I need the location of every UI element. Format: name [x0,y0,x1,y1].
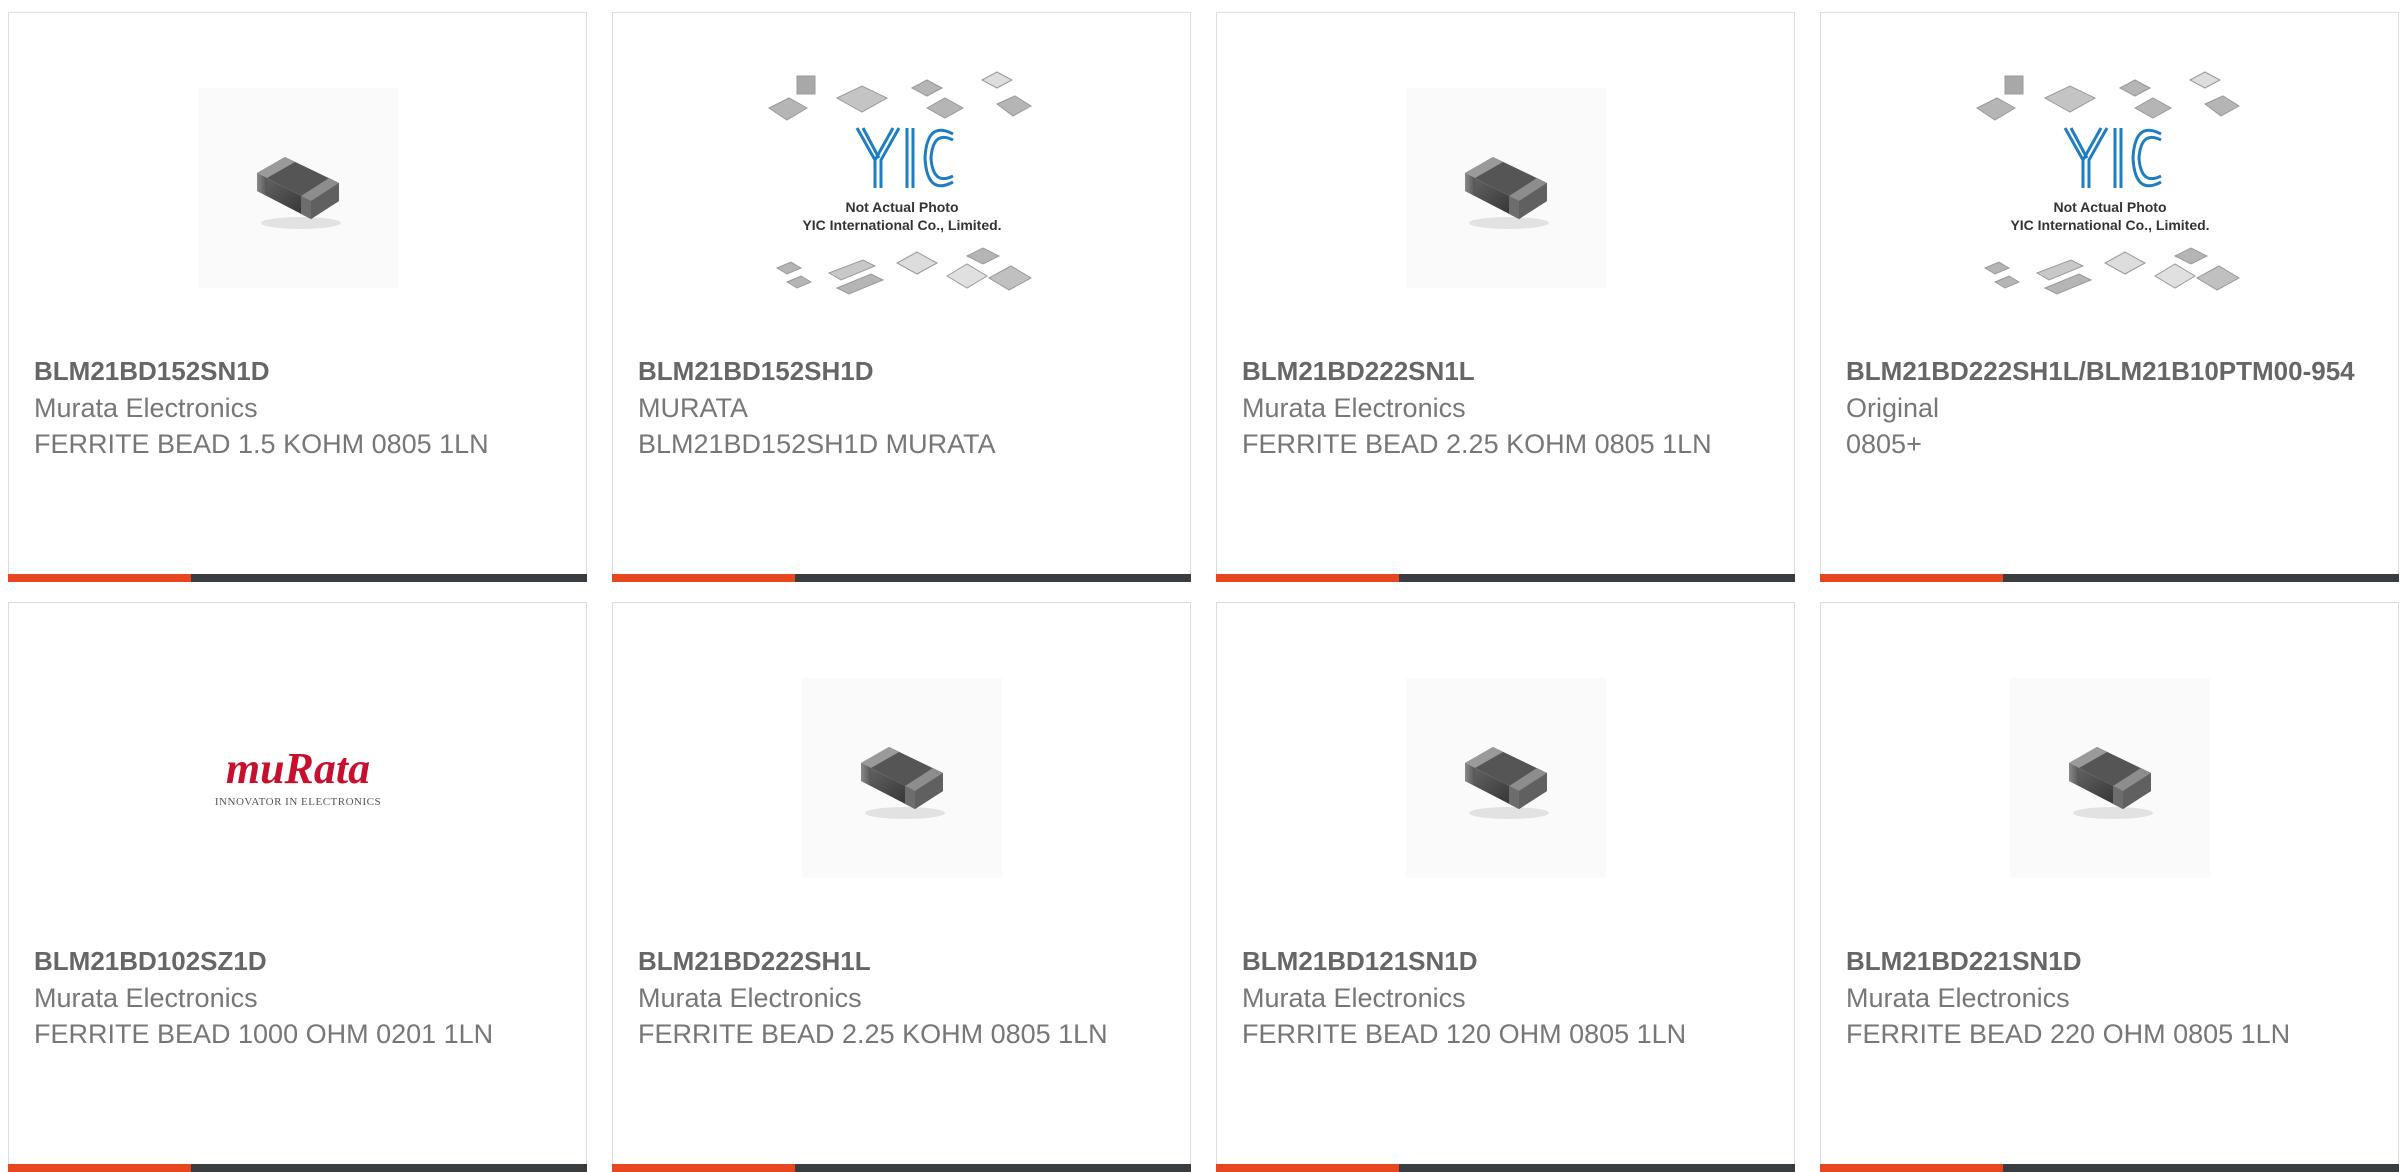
product-image-area[interactable] [613,643,1190,913]
chip-icons-top [1975,71,2240,121]
product-image-area[interactable]: Not Actual Photo YIC International Co., … [1821,53,2398,323]
placeholder-note: Not Actual Photo [845,199,958,215]
product-image[interactable] [801,678,1002,878]
product-image-area[interactable]: Not Actual Photo YIC International Co., … [613,53,1190,323]
description: BLM21BD152SH1D MURATA [638,429,996,459]
ferrite-bead-icon [256,157,341,229]
product-image[interactable] [197,88,398,288]
ferrite-bead-icon [1464,747,1549,819]
product-card[interactable]: Not Actual Photo YIC International Co., … [1820,12,2399,582]
murata-logo[interactable]: muRata INNOVATOR IN ELECTRONICS [193,743,403,813]
chip-icons-bottom [775,247,1032,295]
card-bottom-bar [1820,1164,2399,1172]
card-bottom-bar [8,574,587,582]
description: FERRITE BEAD 1000 OHM 0201 1LN [34,1019,494,1049]
card-accent-bar [8,574,191,582]
manufacturer: Original [1846,393,1940,423]
manufacturer: Murata Electronics [1242,393,1466,423]
card-bottom-bar [1216,574,1795,582]
chip-icons-bottom [1983,247,2240,295]
card-bottom-bar [1216,1164,1795,1172]
card-accent-bar [1820,574,2003,582]
description: FERRITE BEAD 1.5 KOHM 0805 1LN [34,429,489,459]
chip-icons-top [767,71,1032,121]
part-number-link[interactable]: BLM21BD222SH1L [638,943,1165,980]
part-number-link[interactable]: BLM21BD152SN1D [34,353,561,390]
placeholder-company: YIC International Co., Limited. [2010,217,2209,233]
card-accent-bar [612,1164,795,1172]
product-image-area[interactable] [9,53,586,323]
description: 0805+ [1846,429,1922,459]
product-info: BLM21BD102SZ1D Murata Electronics FERRITE … [34,943,561,1052]
description: FERRITE BEAD 120 OHM 0805 1LN [1242,1019,1687,1049]
product-info: BLM21BD222SH1L/BLM21B10PTM00-954 Original… [1846,353,2373,462]
murata-wordmark: muRata [225,744,369,793]
manufacturer: Murata Electronics [1846,983,2070,1013]
description: FERRITE BEAD 2.25 KOHM 0805 1LN [638,1019,1108,1049]
manufacturer: Murata Electronics [34,393,258,423]
part-number-link[interactable]: BLM21BD102SZ1D [34,943,561,980]
product-card[interactable]: Not Actual Photo YIC International Co., … [612,12,1191,582]
description: FERRITE BEAD 220 OHM 0805 1LN [1846,1019,2291,1049]
product-card[interactable]: muRata INNOVATOR IN ELECTRONICS BLM21BD1… [8,602,587,1172]
part-number-link[interactable]: BLM21BD221SN1D [1846,943,2373,980]
product-info: BLM21BD222SN1L Murata Electronics FERRITE … [1242,353,1769,462]
product-image[interactable] [1405,678,1606,878]
card-accent-bar [1216,1164,1399,1172]
product-image-area[interactable]: muRata INNOVATOR IN ELECTRONICS [9,643,586,913]
product-image[interactable] [1405,88,1606,288]
card-bottom-bar [612,574,1191,582]
product-card[interactable]: BLM21BD221SN1D Murata Electronics FERRITE … [1820,602,2399,1172]
card-bottom-bar [1820,574,2399,582]
card-accent-bar [8,1164,191,1172]
ferrite-bead-icon [2068,747,2153,819]
murata-tagline: INNOVATOR IN ELECTRONICS [214,796,380,808]
card-bottom-bar [8,1164,587,1172]
part-number-link[interactable]: BLM21BD222SN1L [1242,353,1769,390]
product-image[interactable]: Not Actual Photo YIC International Co., … [1975,68,2245,308]
card-accent-bar [612,574,795,582]
product-image-area[interactable] [1217,643,1794,913]
part-number-link[interactable]: BLM21BD121SN1D [1242,943,1769,980]
yic-logo-icon [855,127,954,188]
card-accent-bar [1216,574,1399,582]
product-info: BLM21BD222SH1L Murata Electronics FERRITE … [638,943,1165,1052]
product-card[interactable]: BLM21BD222SH1L Murata Electronics FERRITE … [612,602,1191,1172]
product-info: BLM21BD121SN1D Murata Electronics FERRITE … [1242,943,1769,1052]
product-image[interactable] [2009,678,2210,878]
manufacturer: Murata Electronics [638,983,862,1013]
manufacturer: Murata Electronics [1242,983,1466,1013]
part-number-link[interactable]: BLM21BD222SH1L/BLM21B10PTM00-954 [1846,353,2373,390]
product-info: BLM21BD152SN1D Murata Electronics FERRITE … [34,353,561,462]
product-grid: BLM21BD152SN1D Murata Electronics FERRITE … [8,12,2400,1172]
ferrite-bead-icon [860,747,945,819]
product-info: BLM21BD152SH1D MURATA BLM21BD152SH1D MURAT… [638,353,1165,462]
yic-logo-icon [2063,127,2162,188]
product-info: BLM21BD221SN1D Murata Electronics FERRITE … [1846,943,2373,1052]
description: FERRITE BEAD 2.25 KOHM 0805 1LN [1242,429,1712,459]
product-card[interactable]: BLM21BD121SN1D Murata Electronics FERRITE … [1216,602,1795,1172]
manufacturer: Murata Electronics [34,983,258,1013]
product-image-area[interactable] [1217,53,1794,323]
card-accent-bar [1820,1164,2003,1172]
manufacturer: MURATA [638,393,748,423]
product-image[interactable]: Not Actual Photo YIC International Co., … [767,68,1037,308]
placeholder-company: YIC International Co., Limited. [802,217,1001,233]
card-bottom-bar [612,1164,1191,1172]
ferrite-bead-icon [1464,157,1549,229]
product-card[interactable]: BLM21BD222SN1L Murata Electronics FERRITE … [1216,12,1795,582]
product-card[interactable]: BLM21BD152SN1D Murata Electronics FERRITE … [8,12,587,582]
placeholder-note: Not Actual Photo [2053,199,2166,215]
part-number-link[interactable]: BLM21BD152SH1D [638,353,1165,390]
product-image-area[interactable] [1821,643,2398,913]
